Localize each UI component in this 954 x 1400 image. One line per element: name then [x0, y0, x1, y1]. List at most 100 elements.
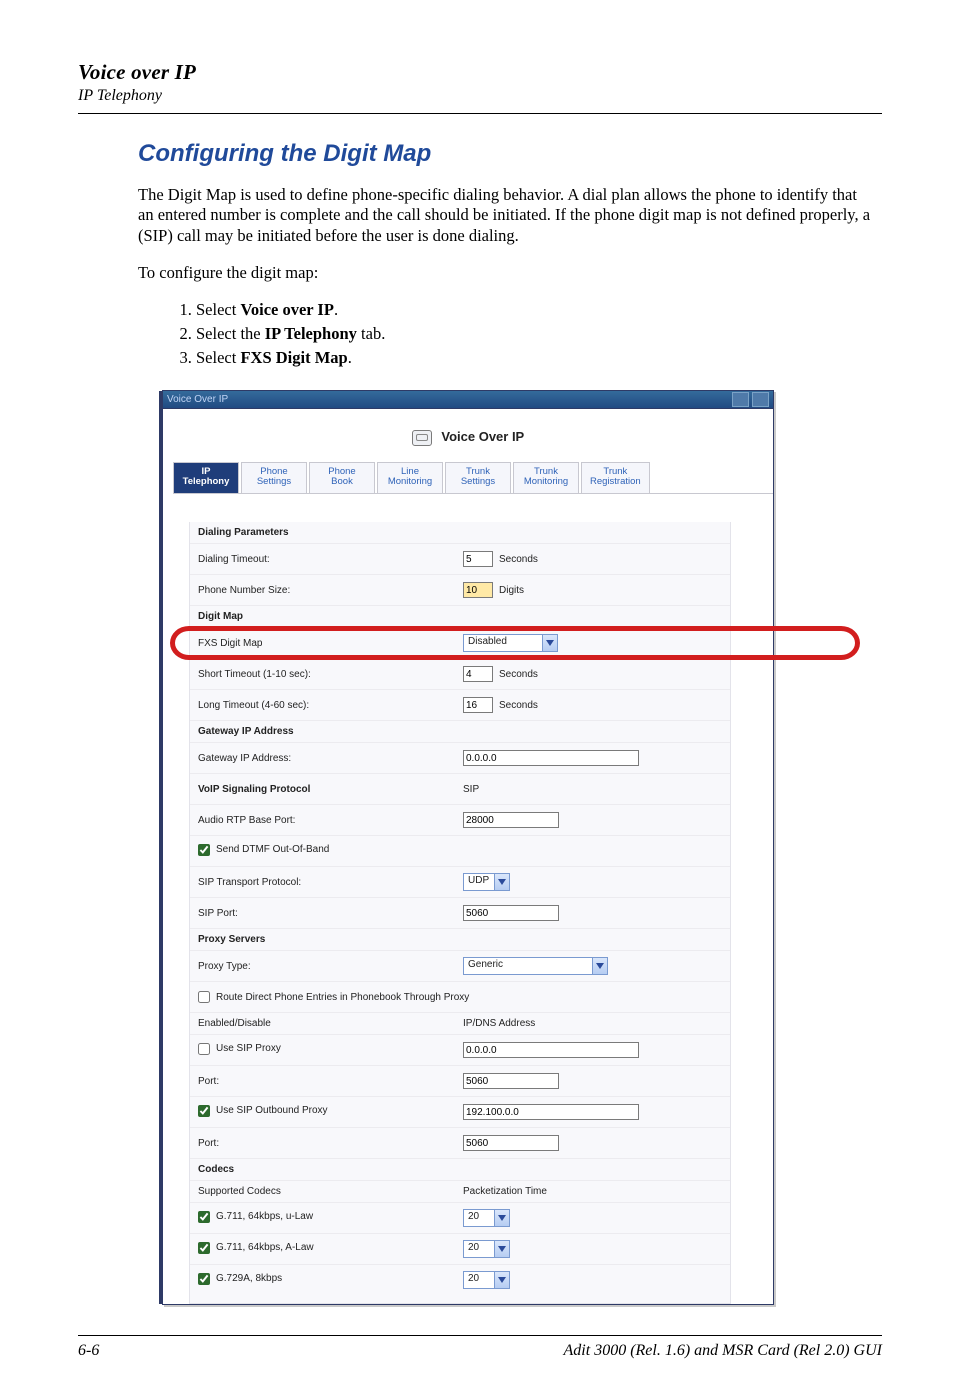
value-sip: SIP [463, 784, 722, 795]
row-route-direct: Route Direct Phone Entries in Phonebook … [190, 981, 730, 1012]
checkbox-send-dtmf[interactable]: Send DTMF Out-Of-Band [198, 844, 329, 856]
input-sip-port[interactable] [463, 905, 559, 921]
row-ed-head: Enabled/Disable IP/DNS Address [190, 1012, 730, 1034]
doc-header-title: Voice over IP [78, 60, 882, 85]
tab-line-monitoring[interactable]: LineMonitoring [377, 462, 443, 494]
suffix-seconds: Seconds [499, 554, 538, 565]
checkbox-use-outbound-proxy[interactable]: Use SIP Outbound Proxy [198, 1105, 328, 1117]
input-short-timeout[interactable] [463, 666, 493, 682]
select-pkt-g729[interactable]: 20 [463, 1271, 510, 1289]
row-dial-timeout: Dialing Timeout: Seconds [190, 543, 730, 574]
lbl-use-outbound: Use SIP Outbound Proxy [216, 1105, 328, 1116]
row-rtp-base-port: Audio RTP Base Port: [190, 804, 730, 835]
lbl-phone-size: Phone Number Size: [198, 585, 463, 596]
lbl-codec-g729: G.729A, 8kbps [216, 1273, 282, 1284]
input-rtp-base-port[interactable] [463, 812, 559, 828]
tab-strip: IPTelephonyPhoneSettingsPhoneBookLineMon… [173, 462, 773, 495]
tab-trunk-monitoring[interactable]: TrunkMonitoring [513, 462, 579, 494]
checkbox-codec-g729[interactable]: G.729A, 8kbps [198, 1273, 282, 1285]
row-gateway-ip: Gateway IP Address: [190, 742, 730, 773]
tab-trunk-registration[interactable]: TrunkRegistration [581, 462, 650, 494]
tab-trunk-settings[interactable]: TrunkSettings [445, 462, 511, 494]
window-controls [732, 392, 769, 407]
checkbox-route-direct-input[interactable] [198, 991, 210, 1003]
col-pkt-time: Packetization Time [463, 1186, 722, 1197]
checkbox-codec-g729-input[interactable] [198, 1273, 210, 1285]
select-fxs-digitmap[interactable]: Disabled [463, 634, 558, 652]
tab-phone-settings[interactable]: PhoneSettings [241, 462, 307, 494]
win-icon-b[interactable] [752, 392, 769, 407]
row-outbound-port: Port: [190, 1127, 730, 1158]
section-proxy: Proxy Servers [190, 928, 730, 950]
select-proxy-type[interactable]: Generic [463, 957, 608, 975]
lbl-port-1: Port: [198, 1076, 463, 1087]
footer-page-number: 6-6 [78, 1342, 99, 1360]
lbl-gateway-ip: Gateway IP Address: [198, 753, 463, 764]
section-title: Configuring the Digit Map [138, 140, 882, 168]
phone-icon [412, 430, 432, 446]
section-voip: VoIP Signaling Protocol [198, 784, 463, 795]
step-1-bold: Voice over IP [240, 300, 333, 319]
checkbox-codec-g711a-input[interactable] [198, 1242, 210, 1254]
window-left-border [159, 391, 163, 1304]
doc-header-subtitle: IP Telephony [78, 87, 882, 105]
checkbox-use-outbound-proxy-input[interactable] [198, 1105, 210, 1117]
checkbox-codec-g711u-input[interactable] [198, 1211, 210, 1223]
checkbox-route-direct[interactable]: Route Direct Phone Entries in Phonebook … [198, 991, 469, 1003]
lbl-sip-transport: SIP Transport Protocol: [198, 877, 463, 888]
input-sip-proxy-ip[interactable] [463, 1042, 639, 1058]
row-sip-proxy: Use SIP Proxy [190, 1034, 730, 1065]
tab-ip-telephony[interactable]: IPTelephony [173, 462, 239, 494]
window-title-bar[interactable]: Voice Over IP [163, 391, 773, 409]
chevron-down-icon [542, 635, 557, 651]
lbl-sip-port: SIP Port: [198, 908, 463, 919]
checkbox-codec-g711u[interactable]: G.711, 64kbps, u-Law [198, 1211, 313, 1223]
row-sip-port: SIP Port: [190, 897, 730, 928]
step-1-pre: Select [196, 300, 240, 319]
input-outbound-ip[interactable] [463, 1104, 639, 1120]
checkbox-use-sip-proxy-input[interactable] [198, 1043, 210, 1055]
win-icon-a[interactable] [732, 392, 749, 407]
row-sip-proxy-port: Port: [190, 1065, 730, 1096]
input-outbound-port[interactable] [463, 1135, 559, 1151]
checkbox-use-sip-proxy[interactable]: Use SIP Proxy [198, 1043, 281, 1055]
step-2-post: tab. [357, 324, 385, 343]
lbl-fxs-digitmap: FXS Digit Map [198, 638, 463, 649]
step-2-bold: IP Telephony [265, 324, 357, 343]
col-supported-codecs: Supported Codecs [198, 1186, 463, 1197]
chevron-down-icon [592, 958, 607, 974]
input-phone-size[interactable] [463, 582, 493, 598]
app-screenshot: Voice Over IP Voice Over IP IPTelephonyP… [162, 390, 774, 1305]
input-sip-proxy-port[interactable] [463, 1073, 559, 1089]
checkbox-codec-g711a[interactable]: G.711, 64kbps, A-Law [198, 1242, 314, 1254]
row-long-timeout: Long Timeout (4-60 sec): Seconds [190, 689, 730, 720]
form-panel: Dialing Parameters Dialing Timeout: Seco… [189, 522, 731, 1304]
select-pkt-g729-value: 20 [464, 1272, 494, 1288]
step-3-pre: Select [196, 348, 240, 367]
section-gateway: Gateway IP Address [190, 720, 730, 742]
row-codec-g711a: G.711, 64kbps, A-Law 20 [190, 1233, 730, 1264]
input-long-timeout[interactable] [463, 697, 493, 713]
chevron-down-icon [494, 874, 509, 890]
step-2-pre: Select the [196, 324, 265, 343]
select-pkt-g711a[interactable]: 20 [463, 1240, 510, 1258]
select-pkt-g711a-value: 20 [464, 1241, 494, 1257]
suffix-digits: Digits [499, 585, 524, 596]
row-codecs-head: Supported Codecs Packetization Time [190, 1180, 730, 1202]
checkbox-send-dtmf-input[interactable] [198, 844, 210, 856]
lbl-rtp-base-port: Audio RTP Base Port: [198, 815, 463, 826]
row-short-timeout: Short Timeout (1-10 sec): Seconds [190, 658, 730, 689]
row-fxs-digitmap: FXS Digit Map Disabled [190, 627, 730, 658]
input-dial-timeout[interactable] [463, 551, 493, 567]
tab-phone-book[interactable]: PhoneBook [309, 462, 375, 494]
suffix-seconds-2: Seconds [499, 669, 538, 680]
lbl-port-2: Port: [198, 1138, 463, 1149]
lbl-use-sip-proxy: Use SIP Proxy [216, 1043, 281, 1054]
doc-header-rule [78, 113, 882, 114]
select-sip-transport[interactable]: UDP [463, 873, 510, 891]
chevron-down-icon [494, 1241, 509, 1257]
row-send-dtmf: Send DTMF Out-Of-Band [190, 835, 730, 866]
row-proxy-type: Proxy Type: Generic [190, 950, 730, 981]
select-pkt-g711u[interactable]: 20 [463, 1209, 510, 1227]
input-gateway-ip[interactable] [463, 750, 639, 766]
